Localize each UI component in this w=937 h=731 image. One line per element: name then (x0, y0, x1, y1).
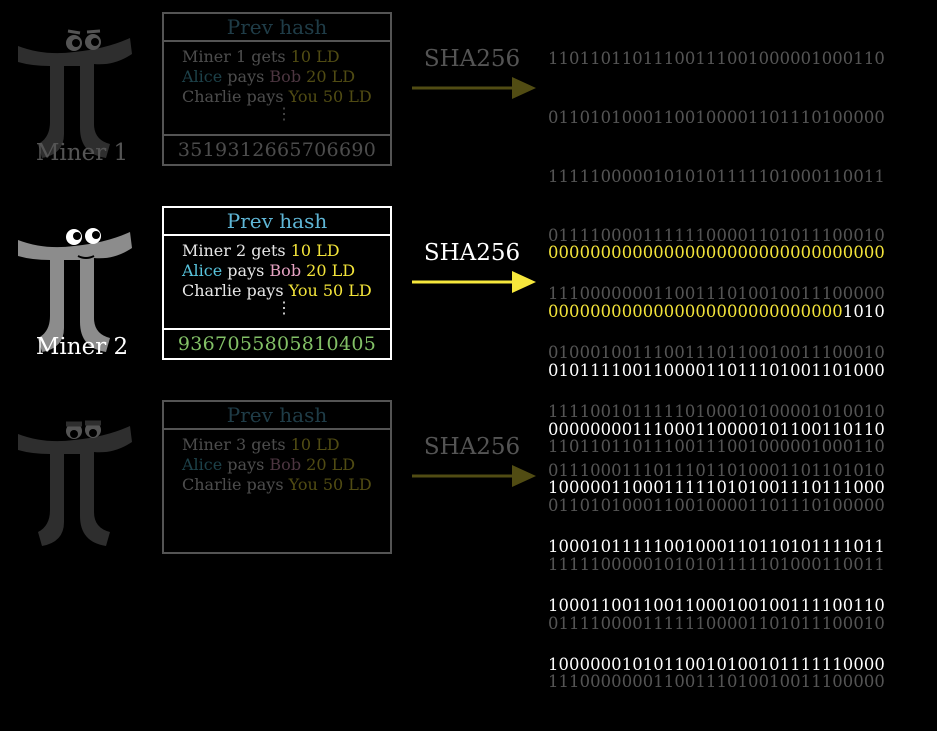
ellipsis-dots: ⋮ (276, 298, 292, 317)
pi-creature-icon (18, 228, 132, 352)
payee-name: Bob (269, 261, 302, 280)
hash-line: 00000000000000000000000000001010 (548, 302, 928, 322)
transaction-line: Alice pays Bob 20 LD (182, 455, 390, 475)
ellipsis-dots: ⋮ (276, 104, 292, 123)
miner-1-row: Miner 1 Prev hash Miner 1 gets 10 LD Ali… (0, 0, 937, 480)
nonce-value: 3519312665706690 (164, 134, 390, 164)
amount: 10 LD (290, 241, 340, 260)
payee-name: You (288, 281, 318, 300)
hash-line: 01111000011111100001101011100010 (548, 613, 885, 633)
block: Prev hash Miner 3 gets 10 LD Alice pays … (162, 400, 392, 554)
hash-line-leading-zeros: 00000000000000000000000000000000 (548, 243, 885, 263)
prev-hash-label: Prev hash (164, 402, 390, 430)
transaction-line: Miner 3 gets 10 LD (182, 435, 390, 455)
transaction-line: Miner 1 gets 10 LD (182, 47, 390, 67)
amount: 50 LD (317, 281, 372, 300)
amount: 50 LD (317, 87, 372, 106)
hash-bits: 1010 (842, 301, 885, 321)
sha256-label: SHA256 (423, 46, 521, 72)
transaction-line: Miner 2 gets 10 LD (182, 241, 390, 261)
transaction-text: pays (222, 67, 270, 86)
hash-line: 01011110011000011011101001101000 (548, 360, 885, 380)
payer-name: Alice (182, 455, 223, 474)
payee-name: Bob (269, 67, 302, 86)
payer-name: Alice (182, 261, 223, 280)
transaction-text: Miner 2 gets (182, 241, 291, 260)
miner-2-row: Miner 2 Prev hash Miner 2 gets 10 LD Ali… (0, 194, 937, 674)
payer-name: Charlie (182, 475, 242, 494)
amount: 10 LD (290, 47, 340, 66)
hash-line: 11100000001100111010010011100000 (548, 672, 885, 692)
hash-line: 11011011011100111001000001000110 (548, 437, 885, 457)
payee-name: You (288, 87, 318, 106)
hash-line: 11011011011100111001000001000110 (548, 49, 885, 69)
ledger: Miner 2 gets 10 LD Alice pays Bob 20 LD … (164, 236, 390, 328)
transaction-text: pays (222, 455, 270, 474)
amount: 20 LD (301, 455, 356, 474)
transaction-text: pays (222, 261, 270, 280)
amount: 50 LD (317, 475, 372, 494)
prev-hash-label: Prev hash (164, 208, 390, 236)
pi-creature-icon (18, 420, 132, 546)
amount: 20 LD (301, 67, 356, 86)
arrow-right-icon (412, 77, 536, 99)
transaction-text: Miner 3 gets (182, 435, 291, 454)
transaction-line: Alice pays Bob 20 LD (182, 67, 390, 87)
sha256-label: SHA256 (423, 240, 521, 266)
ledger: Miner 3 gets 10 LD Alice pays Bob 20 LD … (164, 430, 390, 522)
miner-3-row: Prev hash Miner 3 gets 10 LD Alice pays … (0, 388, 937, 691)
ledger: Miner 1 gets 10 LD Alice pays Bob 20 LD … (164, 42, 390, 134)
miner-label: Miner 1 (35, 140, 129, 166)
transaction-text: Miner 1 gets (182, 47, 291, 66)
amount: 10 LD (290, 435, 340, 454)
nonce-value: 9367055805810405 (164, 328, 390, 358)
transaction-text: pays (241, 475, 289, 494)
arrow-right-icon (412, 465, 536, 487)
block: Prev hash Miner 2 gets 10 LD Alice pays … (162, 206, 392, 360)
hash-line: 01101010001100100001101110100000 (548, 107, 885, 127)
payee-name: Bob (269, 455, 302, 474)
transaction-line: Charlie pays You 50 LD (182, 475, 390, 495)
payer-name: Charlie (182, 281, 242, 300)
block: Prev hash Miner 1 gets 10 LD Alice pays … (162, 12, 392, 166)
arrow-right-icon (412, 271, 536, 293)
hash-line: 01101010001100100001101110100000 (548, 495, 885, 515)
payer-name: Alice (182, 67, 223, 86)
miner-label: Miner 2 (35, 334, 129, 360)
amount: 20 LD (301, 261, 356, 280)
hash-line: 11111000001010101111101000110011 (548, 554, 885, 574)
hash-line: 11111000001010101111101000110011 (548, 166, 885, 186)
transaction-line: Alice pays Bob 20 LD (182, 261, 390, 281)
hash-output: 11011011011100111001000001000110 0110101… (548, 398, 928, 731)
pi-creature-icon (18, 29, 132, 158)
payee-name: You (288, 475, 318, 494)
sha256-label: SHA256 (423, 434, 521, 460)
prev-hash-label: Prev hash (164, 14, 390, 42)
payer-name: Charlie (182, 87, 242, 106)
leading-zeros: 0000000000000000000000000000 (548, 301, 843, 321)
